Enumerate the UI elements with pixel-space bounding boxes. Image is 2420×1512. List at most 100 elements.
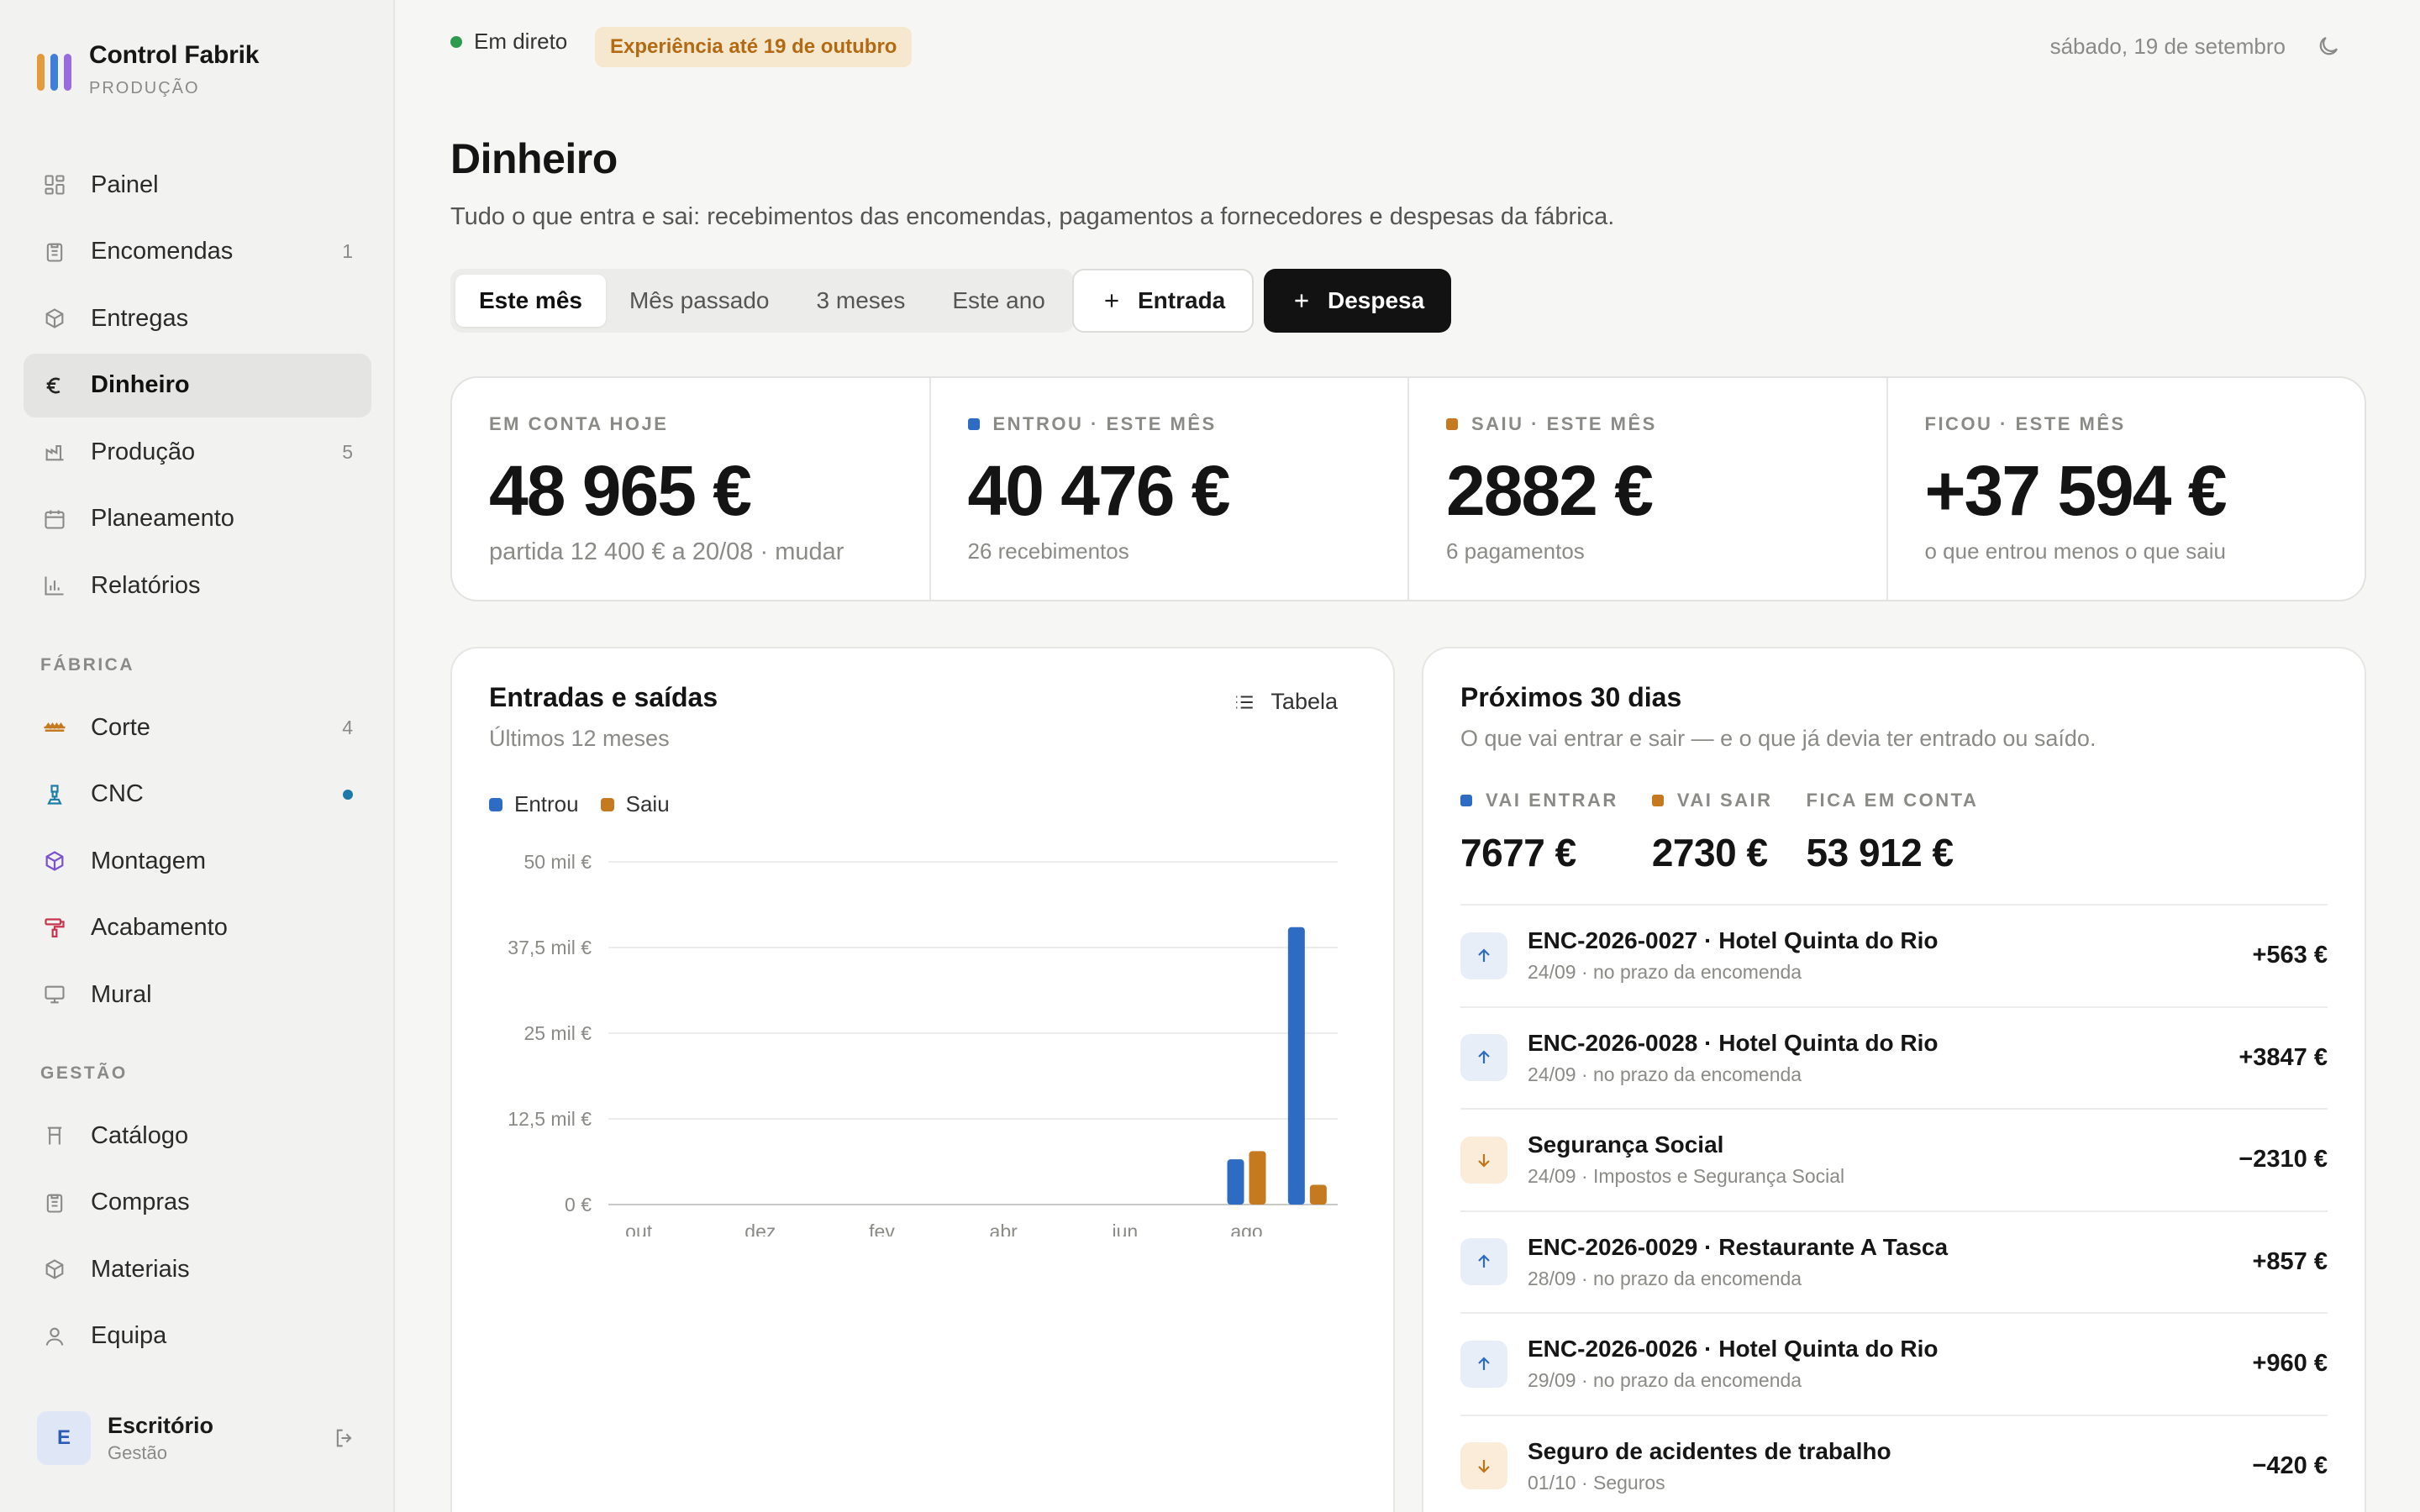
brand-name: Control Fabrik [89,41,260,69]
logout-icon[interactable] [333,1426,356,1450]
arrow-up-icon [1460,1340,1507,1388]
bar-entrou-set [1287,927,1305,1205]
item-amount: +857 € [2252,1247,2328,1275]
item-title: ENC-2026-0028 · Hotel Quinta do Rio [1528,1029,1939,1056]
item-title: Seguro de acidentes de trabalho [1528,1437,1891,1464]
sidebar-item-cnc[interactable]: CNC [24,763,371,827]
list-item[interactable]: ENC-2026-0029 · Restaurante A Tasca 28/09… [1460,1212,2328,1314]
add-expense-button[interactable]: Despesa [1264,269,1452,333]
kpi-balance: EM CONTA HOJE 48 965 € partida 12 400 € … [452,378,931,600]
kpi-subtext: o que entrou menos o que saiu [1924,538,2226,564]
sidebar-item-relatorios[interactable]: Relatórios [24,554,371,617]
list-item[interactable]: Segurança Social 24/09 · Impostos e Segur… [1460,1110,2328,1212]
sidebar-item-corte[interactable]: Corte 4 [24,696,371,759]
kpi-subtext[interactable]: partida 12 400 € a 20/08 · mudar [489,538,892,566]
item-amount: −420 € [2252,1452,2328,1479]
user-name: Escritório [108,1412,214,1438]
sidebar-item-label: Dinheiro [91,371,190,398]
sidebar-item-mural[interactable]: Mural [24,963,371,1026]
add-income-label: Entrada [1138,287,1226,313]
upcoming-summary: VAI ENTRAR 7677 € VAI SAIR 2730 € FICA E… [1460,790,2012,875]
add-income-button[interactable]: Entrada [1072,269,1255,333]
sidebar-item-compras[interactable]: Compras [24,1171,371,1235]
item-meta: 01/10 · Seguros [1528,1471,1665,1494]
calendar-icon [42,507,67,532]
live-indicator: Em direto [450,29,567,55]
list-item[interactable]: ENC-2026-0027 · Hotel Quinta do Rio 24/09… [1460,906,2328,1008]
card-subtitle: O que vai entrar e sair — e o que já dev… [1460,726,2096,751]
sidebar-item-equipa[interactable]: Equipa [24,1305,371,1368]
sidebar-item-label: Materiais [91,1255,190,1283]
section-label-gestao: GESTÃO [40,1063,128,1083]
sidebar-item-label: Planeamento [91,505,234,532]
x-tick-label: out [625,1221,653,1236]
sidebar-item-painel[interactable]: Painel [24,153,371,217]
period-this-month[interactable]: Este mês [455,275,606,327]
list-item[interactable]: Seguro de acidentes de trabalho 01/10 · S… [1460,1416,2328,1512]
kpi-strip: EM CONTA HOJE 48 965 € partida 12 400 € … [450,376,2366,601]
plus-icon [1105,294,1118,307]
x-tick-label: ago [1230,1221,1262,1236]
section-label-fabrica: FÁBRICA [40,655,134,675]
brand-subtitle: PRODUÇÃO [89,79,200,97]
user-profile[interactable]: E Escritório Gestão [37,1411,356,1465]
kpi-label: FICOU · ESTE MÊS [1924,413,2126,434]
box-icon [42,306,67,331]
summary-value: 7677 € [1460,831,1576,874]
y-tick-label: 0 € [565,1194,592,1215]
income-swatch [967,418,980,430]
sidebar-item-label: Entregas [91,304,189,332]
summary-in: VAI ENTRAR 7677 € [1460,790,1618,874]
trial-badge[interactable]: Experiência até 19 de outubro [595,27,913,67]
item-title: ENC-2026-0029 · Restaurante A Tasca [1528,1233,1949,1260]
sidebar-item-dinheiro[interactable]: Dinheiro [24,353,371,417]
x-tick-label: dez [744,1221,776,1236]
brand[interactable]: Control Fabrik PRODUÇÃO [37,39,259,98]
sidebar-item-label: Catálogo [91,1121,189,1149]
kpi-value: 48 965 € [489,451,752,530]
bar-chart-icon [42,573,67,598]
sidebar-item-label: Corte [91,713,150,741]
drill-icon [42,782,67,807]
sidebar-item-planeamento[interactable]: Planeamento [24,487,371,551]
period-last-month[interactable]: Mês passado [606,275,793,327]
moon-icon[interactable] [2316,34,2341,59]
kpi-value: 40 476 € [967,451,1231,530]
expense-swatch [1446,418,1458,430]
period-this-year[interactable]: Este ano [929,275,1069,327]
arrow-down-icon [1460,1136,1507,1184]
item-meta: 24/09 · no prazo da encomenda [1528,1063,1802,1085]
sidebar-item-entregas[interactable]: Entregas [24,286,371,350]
kpi-net: FICOU · ESTE MÊS +37 594 € o que entrou … [1888,378,2365,600]
summary-value: 2730 € [1651,831,1768,874]
live-label: Em direto [474,29,568,54]
user-role: Gestão [108,1441,167,1463]
kpi-value: 2882 € [1446,451,1654,530]
item-amount: +960 € [2252,1350,2328,1378]
monitor-icon [42,982,67,1007]
plus-icon [1295,294,1308,307]
sidebar-item-montagem[interactable]: Montagem [24,829,371,893]
item-meta: 29/09 · no prazo da encomenda [1528,1369,1802,1392]
cube-icon [42,848,67,874]
sidebar-item-producao[interactable]: Produção 5 [24,420,371,484]
sidebar-item-label: Compras [91,1189,190,1215]
list-item[interactable]: ENC-2026-0026 · Hotel Quinta do Rio 29/09… [1460,1314,2328,1416]
paint-roller-icon [42,916,67,941]
sidebar-item-label: Equipa [91,1322,167,1349]
period-3-months[interactable]: 3 meses [793,275,929,327]
sidebar-item-catalogo[interactable]: Catálogo [24,1104,371,1168]
factory-icon [42,439,67,465]
item-title: ENC-2026-0026 · Hotel Quinta do Rio [1528,1336,1939,1362]
box-icon [42,1257,67,1282]
arrow-down-icon [1460,1442,1507,1490]
item-amount: +563 € [2252,942,2328,969]
item-title: Segurança Social [1528,1131,1724,1158]
x-tick-label: jun [1111,1221,1138,1236]
y-tick-label: 37,5 mil € [508,937,592,958]
sidebar-item-encomendas[interactable]: Encomendas 1 [24,220,371,284]
avatar: E [37,1411,91,1465]
list-item[interactable]: ENC-2026-0028 · Hotel Quinta do Rio 24/09… [1460,1008,2328,1110]
sidebar-item-acabamento[interactable]: Acabamento [24,896,371,960]
sidebar-item-materiais[interactable]: Materiais [24,1237,371,1301]
